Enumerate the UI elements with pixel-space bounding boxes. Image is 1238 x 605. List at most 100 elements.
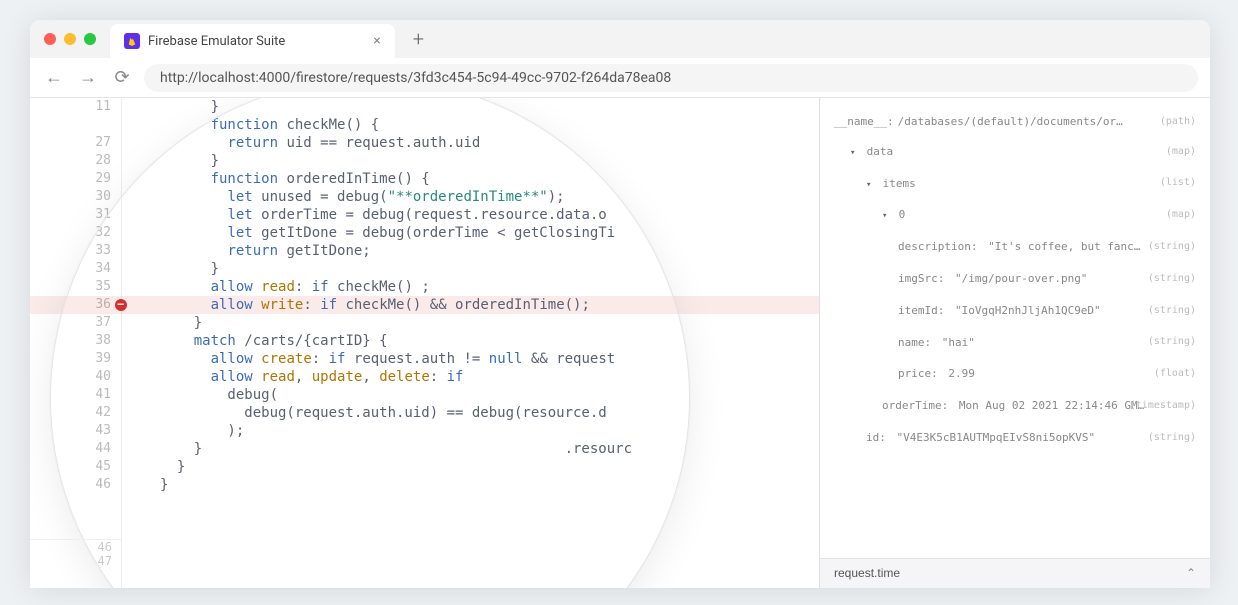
code-line[interactable]: match /carts/{cartID} { (160, 332, 632, 350)
inspector-row: id: "V4E3K5cB1AUTMpqEIvS8ni5opKVS" (strin… (834, 428, 1196, 448)
inspector-row: price: 2.99 (float) (834, 364, 1196, 384)
line-number: 45 (30, 458, 111, 476)
inspector-key: name: (898, 336, 931, 349)
code-line[interactable]: debug( (160, 386, 632, 404)
inspector-type: (string) (1148, 429, 1196, 447)
inspector-name-row: __name__: /databases/(default)/documents… (834, 112, 1196, 132)
line-number: 44 (30, 440, 111, 458)
line-number: 28 (30, 152, 111, 170)
inspector-row[interactable]: ▾ items (list) (834, 174, 1196, 194)
inspector-value: "V4E3K5cB1AUTMpqEIvS8ni5opKVS" (890, 431, 1095, 444)
code-line[interactable]: return getItDone; (160, 242, 632, 260)
inspector-value: "/img/pour-over.png" (948, 272, 1087, 285)
code-line[interactable]: allow write: if checkMe() && orderedInTi… (160, 296, 632, 314)
line-number: 29 (30, 170, 111, 188)
code-line[interactable]: } (160, 152, 632, 170)
inspector-row: orderTime: Mon Aug 02 2021 22:14:46 GM…(… (834, 396, 1196, 416)
inspector-key: price: (898, 367, 938, 380)
inspector-type: (string) (1148, 333, 1196, 351)
tab-strip: Firebase Emulator Suite × + (30, 20, 1210, 58)
line-number: 40 (30, 368, 111, 386)
inspector-row: description: "It's coffee, but fanc…(str… (834, 237, 1196, 257)
caret-down-icon[interactable]: ▾ (866, 177, 876, 193)
tab-title: Firebase Emulator Suite (148, 34, 285, 49)
code-line[interactable]: return uid == request.auth.uid (160, 134, 632, 152)
inspector-type: (string) (1148, 238, 1196, 256)
line-number: 42 (30, 404, 111, 422)
code-line[interactable]: } (160, 476, 632, 494)
forward-button[interactable]: → (76, 67, 100, 88)
line-number: 11 (30, 98, 111, 116)
line-number: 39 (30, 350, 111, 368)
section-label: request.time (834, 563, 900, 585)
line-gutter: 1127282930313233343536373839404142434445… (30, 98, 122, 588)
close-tab-icon[interactable]: × (373, 33, 380, 49)
inspector-type: (string) (1148, 270, 1196, 288)
inspector-row[interactable]: ▾ 0 (map) (834, 205, 1196, 225)
inspector-type: (list) (1160, 174, 1196, 192)
code-line[interactable]: } (160, 260, 632, 278)
window-controls (30, 33, 110, 45)
line-number: 46 (30, 476, 111, 494)
line-number: 38 (30, 332, 111, 350)
line-number: 30 (30, 188, 111, 206)
inspector-key: items (876, 177, 916, 190)
inspector-row: name: "hai" (string) (834, 333, 1196, 353)
close-window-icon[interactable] (44, 33, 56, 45)
refresh-button[interactable]: ⟳ (110, 67, 134, 88)
minimize-window-icon[interactable] (64, 33, 76, 45)
caret-down-icon[interactable]: ▾ (850, 145, 860, 161)
code-body: } function checkMe() { return uid == req… (160, 98, 632, 494)
inspector-key: data (860, 145, 893, 158)
inspector-key: id: (866, 431, 886, 444)
inspector-type: (float) (1154, 365, 1196, 383)
code-line[interactable]: allow read, update, delete: if (160, 368, 632, 386)
inspector-type: (map) (1166, 206, 1196, 224)
browser-tab[interactable]: Firebase Emulator Suite × (110, 24, 395, 58)
back-button[interactable]: ← (42, 67, 66, 88)
code-line[interactable]: let unused = debug("**orderedInTime**"); (160, 188, 632, 206)
line-number: 41 (30, 386, 111, 404)
code-line[interactable]: allow create: if request.auth != null &&… (160, 350, 632, 368)
inspector-value: "IoVgqH2nhJljAh1QC9eD" (948, 304, 1100, 317)
inspector-type: (map) (1166, 143, 1196, 161)
inspector-value: "hai" (935, 336, 975, 349)
chevron-up-icon: ⌃ (1186, 563, 1196, 585)
code-line[interactable]: let getItDone = debug(orderTime < getClo… (160, 224, 632, 242)
code-line[interactable]: } (160, 314, 632, 332)
address-bar[interactable]: http://localhost:4000/firestore/requests… (144, 64, 1198, 92)
line-number: 31 (30, 206, 111, 224)
rules-editor[interactable]: 1127282930313233343536373839404142434445… (30, 98, 820, 588)
code-line[interactable]: let orderTime = debug(request.resource.d… (160, 206, 632, 224)
url-text: http://localhost:4000/firestore/requests… (160, 70, 671, 86)
code-line[interactable]: function checkMe() { (160, 116, 632, 134)
new-tab-button[interactable]: + (413, 27, 424, 51)
maximize-window-icon[interactable] (84, 33, 96, 45)
page-content: 1127282930313233343536373839404142434445… (30, 98, 1210, 588)
line-number: 37 (30, 314, 111, 332)
inspector-row[interactable]: ▾ data (map) (834, 142, 1196, 162)
code-line[interactable]: } (160, 458, 632, 476)
inspector-key: 0 (892, 208, 905, 221)
section-request-time[interactable]: request.time ⌃ (820, 558, 1210, 588)
line-number: 43 (30, 422, 111, 440)
inspector-value: 2.99 (942, 367, 975, 380)
code-line[interactable]: ); (160, 422, 632, 440)
gutter-tail: 46 47 (30, 539, 122, 568)
line-number-tail: 47 (30, 554, 112, 568)
code-line[interactable]: } .resourc (160, 440, 632, 458)
inspector-value: Mon Aug 02 2021 22:14:46 GM… (952, 399, 1144, 412)
code-line[interactable]: } (160, 98, 632, 116)
code-line[interactable]: function orderedInTime() { (160, 170, 632, 188)
browser-toolbar: ← → ⟳ http://localhost:4000/firestore/re… (30, 58, 1210, 98)
code-line[interactable]: allow read: if checkMe() ; (160, 278, 632, 296)
line-number: 27 (30, 134, 111, 152)
line-number: 32 (30, 224, 111, 242)
inspector-row: imgSrc: "/img/pour-over.png"(string) (834, 269, 1196, 289)
line-number-tail: 46 (30, 540, 112, 554)
line-number: 34 (30, 260, 111, 278)
caret-down-icon[interactable]: ▾ (882, 208, 892, 224)
inspector-type: (timestamp) (1130, 397, 1196, 415)
firebase-favicon-icon (124, 33, 140, 49)
code-line[interactable]: debug(request.auth.uid) == debug(resourc… (160, 404, 632, 422)
